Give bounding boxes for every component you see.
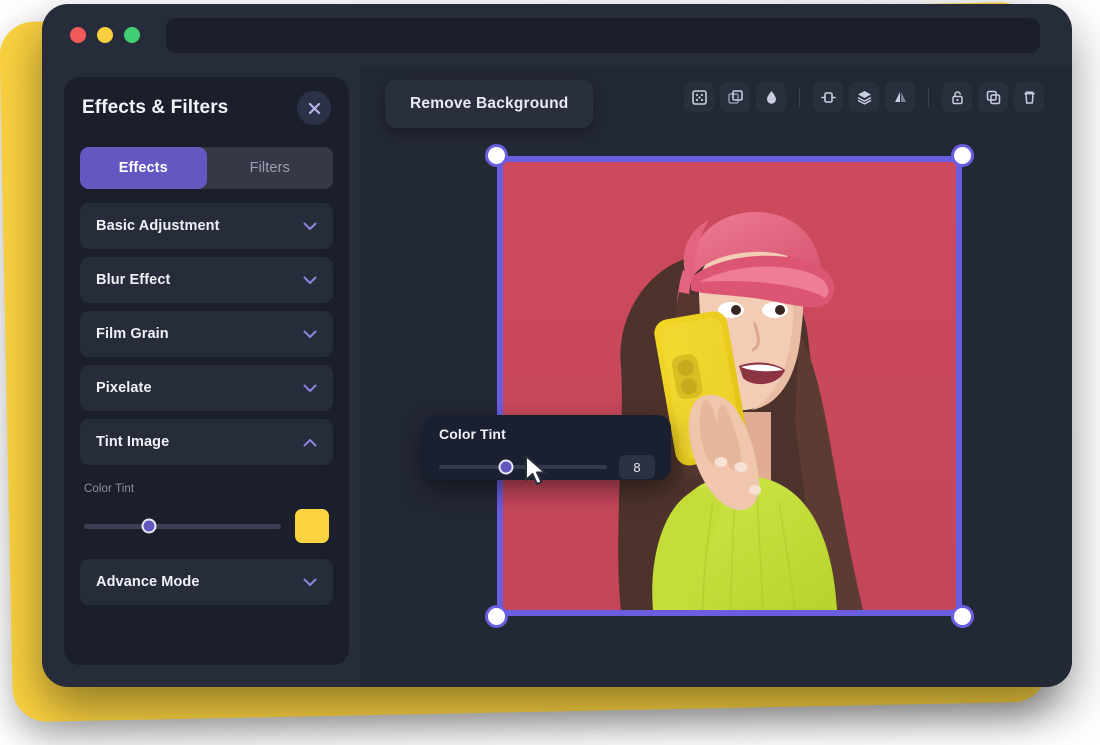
editor-canvas: Remove Background <box>360 66 1072 687</box>
close-icon <box>307 101 322 116</box>
close-panel-button[interactable] <box>297 91 331 125</box>
color-tint-slider-thumb[interactable] <box>142 519 157 534</box>
droplet-tool-button[interactable] <box>756 82 786 112</box>
resize-handle-top-right[interactable] <box>951 144 974 167</box>
maximize-window-button[interactable] <box>124 27 140 43</box>
crop-grid-icon <box>691 89 708 106</box>
accordion-label: Film Grain <box>96 326 169 342</box>
layers-icon <box>856 89 873 106</box>
align-vertical-center-icon <box>820 89 837 106</box>
flip-horizontal-icon <box>892 89 909 106</box>
layers-tool-button[interactable] <box>849 82 879 112</box>
duplicate-frame-icon <box>727 89 744 106</box>
close-window-button[interactable] <box>70 27 86 43</box>
mouse-pointer-icon <box>523 455 549 487</box>
image-selection[interactable] <box>497 156 962 616</box>
color-tint-slider[interactable] <box>84 524 281 529</box>
chevron-down-icon <box>303 384 317 393</box>
accordion-label: Tint Image <box>96 434 169 450</box>
duplicate-frame-tool-button[interactable] <box>720 82 750 112</box>
lock-icon <box>949 89 966 106</box>
screenshot-stage: Effects & Filters Effects Filters Basic … <box>0 0 1100 745</box>
panel-tabs: Effects Filters <box>80 147 333 189</box>
toolbar-divider <box>928 87 929 108</box>
trash-icon <box>1021 89 1038 106</box>
color-tint-label: Color Tint <box>84 483 329 495</box>
lock-tool-button[interactable] <box>942 82 972 112</box>
tab-effects-label: Effects <box>119 160 168 176</box>
chevron-down-icon <box>303 222 317 231</box>
align-vertical-center-tool-button[interactable] <box>813 82 843 112</box>
panel-title: Effects & Filters <box>82 97 228 119</box>
trash-tool-button[interactable] <box>1014 82 1044 112</box>
chevron-down-icon <box>303 578 317 587</box>
accordion-blur-effect[interactable]: Blur Effect <box>80 257 333 303</box>
accordion-basic-adjustment[interactable]: Basic Adjustment <box>80 203 333 249</box>
droplet-icon <box>763 89 780 106</box>
accordion-film-grain[interactable]: Film Grain <box>80 311 333 357</box>
chevron-up-icon <box>303 438 317 447</box>
copy-tool-button[interactable] <box>978 82 1008 112</box>
accordion-pixelate[interactable]: Pixelate <box>80 365 333 411</box>
minimize-window-button[interactable] <box>97 27 113 43</box>
chevron-down-icon <box>303 276 317 285</box>
accordion-tint-image[interactable]: Tint Image <box>80 419 333 465</box>
color-tint-row <box>84 509 329 543</box>
color-tint-popup-title: Color Tint <box>439 426 655 442</box>
resize-handle-top-left[interactable] <box>485 144 508 167</box>
flip-horizontal-tool-button[interactable] <box>885 82 915 112</box>
crop-grid-tool-button[interactable] <box>684 82 714 112</box>
color-tint-popup-thumb[interactable] <box>499 460 514 475</box>
tab-filters-label: Filters <box>250 160 290 176</box>
tab-filters[interactable]: Filters <box>207 147 334 189</box>
accordion-label: Advance Mode <box>96 574 200 590</box>
accordion-label: Basic Adjustment <box>96 218 220 234</box>
chevron-down-icon <box>303 330 317 339</box>
app-window: Effects & Filters Effects Filters Basic … <box>42 4 1072 687</box>
copy-icon <box>985 89 1002 106</box>
color-tint-swatch[interactable] <box>295 509 329 543</box>
toolbar-divider <box>799 87 800 108</box>
accordion-label: Blur Effect <box>96 272 170 288</box>
resize-handle-bottom-left[interactable] <box>485 605 508 628</box>
panel-header: Effects & Filters <box>80 77 333 139</box>
canvas-toolbar <box>684 82 1044 112</box>
accordion-advance-mode[interactable]: Advance Mode <box>80 559 333 605</box>
tint-image-controls: Color Tint <box>80 473 333 547</box>
tab-effects[interactable]: Effects <box>80 147 207 189</box>
resize-handle-bottom-right[interactable] <box>951 605 974 628</box>
selection-frame <box>497 156 962 616</box>
accordion-label: Pixelate <box>96 380 152 396</box>
remove-background-button[interactable]: Remove Background <box>385 80 593 128</box>
color-tint-popup: Color Tint 8 <box>423 415 671 480</box>
address-bar[interactable] <box>166 18 1040 53</box>
effects-accordion-list: Basic Adjustment Blur Effect Film Grain <box>80 203 333 605</box>
traffic-light-group <box>70 27 140 43</box>
window-titlebar <box>42 4 1072 66</box>
color-tint-value-badge: 8 <box>619 455 655 479</box>
effects-filters-panel: Effects & Filters Effects Filters Basic … <box>64 77 349 665</box>
